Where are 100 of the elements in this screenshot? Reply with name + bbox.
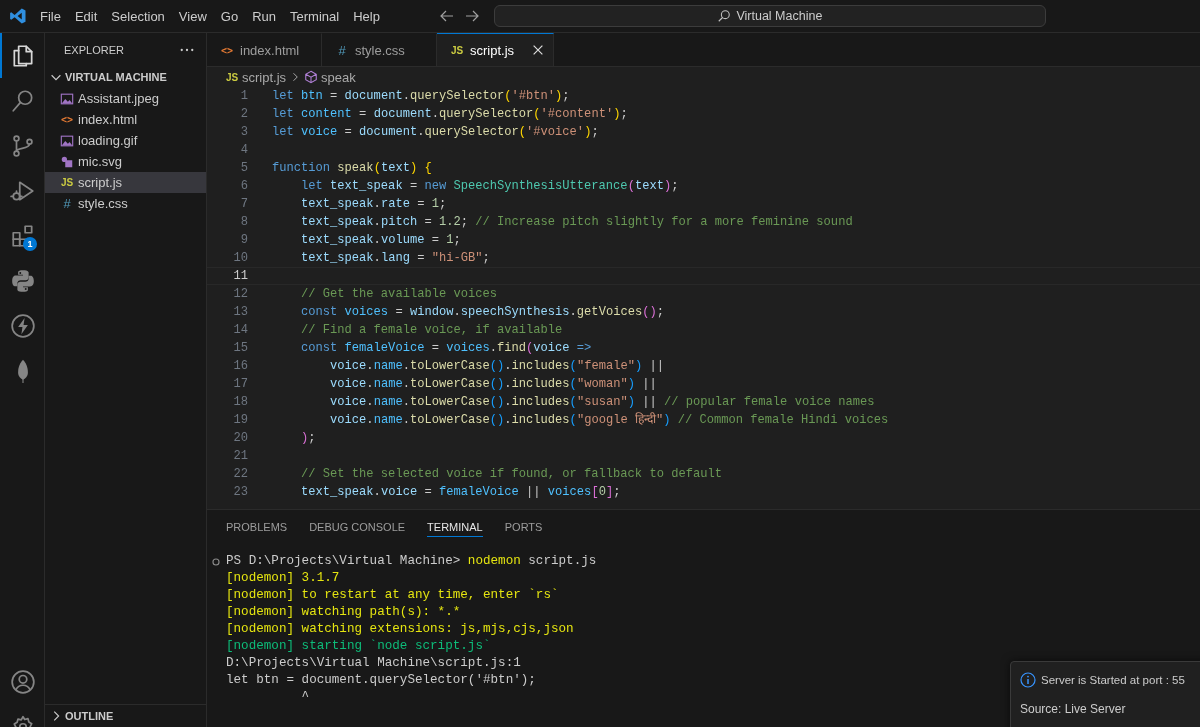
editor-tab[interactable]: JS script.js [437, 33, 554, 66]
menu-item[interactable]: Go [213, 8, 246, 24]
extensions-icon [10, 222, 36, 249]
line-number: 16 [232, 358, 248, 375]
cube-icon [304, 70, 319, 84]
code-line: // Get the available voices [300, 286, 497, 303]
tree-item[interactable]: mic.svg [45, 151, 206, 172]
terminal-line: [nodemon] watching path(s): *.* [226, 604, 461, 621]
file-type-icon: <> [220, 44, 234, 56]
line-number: 7 [239, 196, 248, 213]
code-line: // Find a female voice, if available [300, 322, 563, 339]
line-number: 15 [232, 340, 248, 357]
line-number: 18 [232, 394, 248, 411]
line-number: 1 [239, 88, 248, 105]
panel-tab[interactable]: DEBUG CONSOLE [309, 517, 406, 537]
terminal-line: [nodemon] starting `node script.js` [226, 638, 491, 655]
panel-tab[interactable]: PORTS [504, 517, 543, 537]
close-icon[interactable] [531, 43, 545, 57]
terminal-line: [nodemon] watching extensions: js,mjs,cjs,json [226, 621, 574, 638]
count-badge: 1 [23, 237, 37, 251]
editor-tab[interactable]: <> index.html [207, 33, 322, 66]
line-number: 14 [232, 322, 248, 339]
breadcrumb-item[interactable]: script.js [242, 69, 287, 85]
breadcrumb-item[interactable]: speak [321, 69, 356, 85]
command-center[interactable]: Virtual Machine [493, 5, 1046, 27]
code-line: let btn = document.querySelector('#btn'); [272, 88, 570, 105]
sidebar-title: EXPLORER [64, 43, 124, 56]
terminal-line: PS D:\Projects\Virtual Machine> nodemon script.js [226, 553, 597, 570]
code-line: text_speak.volume = 1; [300, 232, 461, 249]
line-number: 4 [239, 142, 248, 159]
line-number: 20 [232, 430, 248, 447]
forward-arrow-icon[interactable] [463, 8, 480, 24]
source-control-icon [10, 132, 36, 159]
line-number: 19 [232, 412, 248, 429]
file-name: index.html [78, 112, 138, 127]
tree-item[interactable]: <> index.html [45, 109, 206, 130]
outline-section[interactable]: OUTLINE [45, 704, 206, 727]
more-icon[interactable] [180, 46, 194, 53]
terminal-line: let btn = document.querySelector('#btn'); [226, 672, 536, 689]
code-line: voice.name.toLowerCase().includes("susan") || // popular female voice names [329, 394, 875, 411]
code-line: voice.name.toLowerCase().includes("google हिन्दी") // Common female Hindi voices [329, 411, 889, 429]
tree-item[interactable]: Assistant.jpeg [45, 88, 206, 109]
code-line: voice.name.toLowerCase().includes("female") || [329, 358, 664, 375]
file-type-icon: JS [450, 44, 464, 56]
line-number: 8 [239, 214, 248, 231]
line-number: 12 [232, 286, 248, 303]
code-line: ); [300, 430, 316, 447]
tree-item[interactable]: loading.gif [45, 130, 206, 151]
line-number: 3 [239, 124, 248, 141]
svg-file-icon [60, 154, 74, 169]
menu-item[interactable]: File [33, 8, 68, 24]
line-number: 22 [232, 466, 248, 483]
code-line: let text_speak = new SpeechSynthesisUtterance(text); [300, 178, 679, 195]
back-arrow-icon[interactable] [438, 8, 455, 24]
line-number: 5 [239, 160, 248, 177]
folder-row[interactable]: VIRTUAL MACHINE [45, 66, 206, 88]
code-line: voice.name.toLowerCase().includes("woman") || [329, 376, 657, 393]
code-line: const femaleVoice = voices.find(voice => [300, 340, 592, 357]
terminal-line: [nodemon] to restart at any time, enter `rs` [226, 587, 559, 604]
code-line: function speak(text) { [272, 160, 432, 177]
file-type-icon: JS [225, 71, 239, 83]
tab-label: script.js [470, 42, 515, 58]
terminal-line: D:\Projects\Virtual Machine\script.js:1 [226, 655, 521, 672]
command-center-label: Virtual Machine [736, 9, 823, 23]
menu-item[interactable]: Edit [67, 8, 105, 24]
line-number: 10 [232, 250, 248, 267]
tree-item[interactable]: # style.css [45, 193, 206, 214]
menu-item[interactable]: Run [245, 8, 283, 24]
line-number: 21 [232, 448, 248, 465]
code-line: const voices = window.speechSynthesis.getVoices(); [300, 304, 664, 321]
folder-name: VIRTUAL MACHINE [65, 71, 167, 83]
code-line: let content = document.querySelector('#content'); [272, 106, 628, 123]
file-type-icon: # [335, 42, 349, 58]
activity-button[interactable]: 1 [0, 213, 44, 258]
file-name: Assistant.jpeg [78, 91, 159, 106]
account-icon [10, 668, 36, 695]
line-number: 13 [232, 304, 248, 321]
file-type-icon: <> [60, 114, 74, 125]
menu-item[interactable]: View [171, 8, 214, 24]
tree-item[interactable]: JS script.js [45, 172, 206, 193]
code-line: text_speak.rate = 1; [300, 196, 447, 213]
search-icon [717, 9, 732, 23]
panel-tab[interactable]: PROBLEMS [226, 517, 288, 537]
file-name: style.css [78, 196, 128, 211]
panel-tab[interactable]: TERMINAL [427, 517, 483, 537]
image-file-icon [60, 91, 74, 106]
tab-label: style.css [355, 42, 405, 58]
menu-item[interactable]: Terminal [283, 8, 347, 24]
file-type-icon: # [60, 196, 74, 211]
line-number: 17 [232, 376, 248, 393]
image-file-icon [60, 133, 74, 148]
menu-item[interactable]: Selection [104, 8, 172, 24]
line-number: 6 [239, 178, 248, 195]
file-name: loading.gif [78, 133, 138, 148]
terminal-line: ^ [300, 689, 310, 706]
file-name: mic.svg [78, 154, 123, 169]
info-icon [1020, 672, 1036, 688]
lightning-icon [10, 312, 36, 339]
line-number: 23 [232, 484, 248, 501]
menu-item[interactable]: Help [346, 8, 387, 24]
